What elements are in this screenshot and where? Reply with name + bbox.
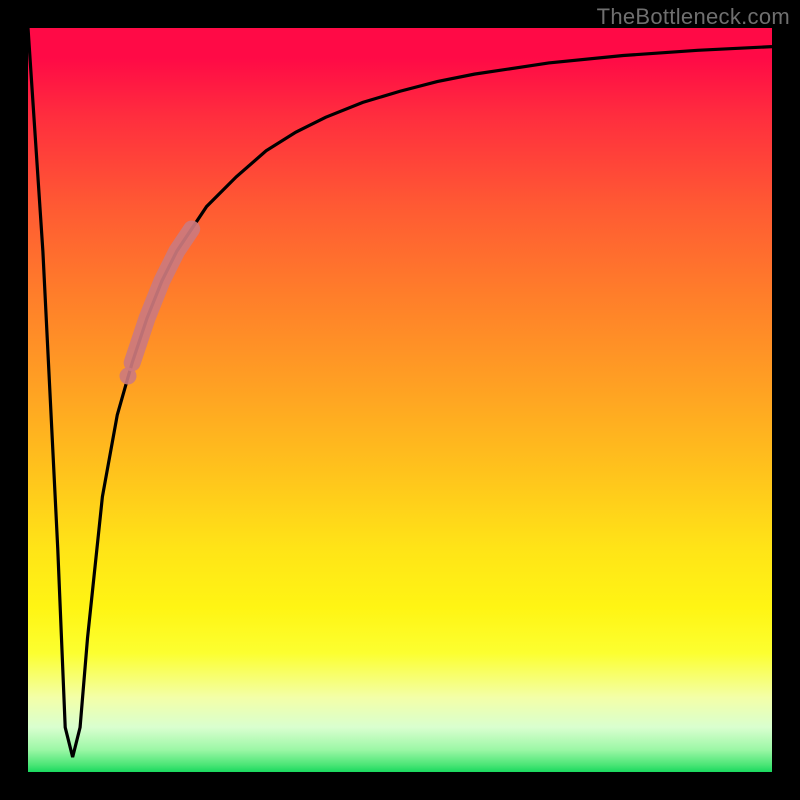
highlight-dot bbox=[120, 368, 137, 385]
chart-frame: TheBottleneck.com bbox=[0, 0, 800, 800]
highlight-segment bbox=[132, 229, 192, 363]
watermark-text: TheBottleneck.com bbox=[597, 4, 790, 30]
curve-layer bbox=[28, 28, 772, 772]
plot-area bbox=[28, 28, 772, 772]
bottleneck-curve bbox=[28, 28, 772, 757]
